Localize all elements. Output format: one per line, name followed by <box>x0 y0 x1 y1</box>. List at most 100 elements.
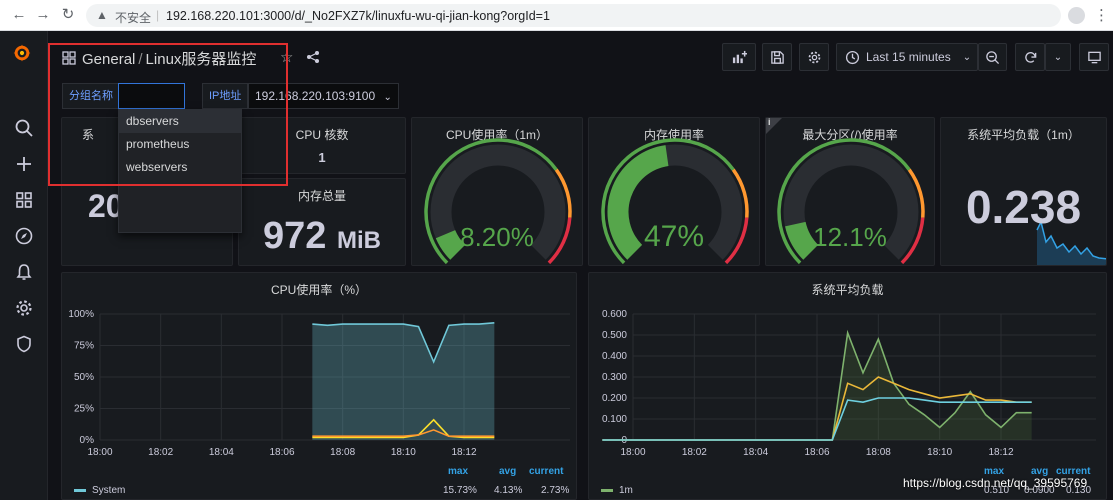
forward-icon[interactable]: → <box>34 6 52 24</box>
system-load-chart: 00.1000.2000.3000.4000.5000.60018:00 18:0… <box>602 309 1096 458</box>
var-group-label: 分组名称 <box>62 83 120 109</box>
refresh-interval-dropdown[interactable]: ⌄ <box>1045 43 1071 71</box>
x-tick-label: 18:08 <box>866 447 891 458</box>
x-tick-label: 18:00 <box>87 447 112 458</box>
time-range-label: Last 15 minutes <box>866 50 951 64</box>
x-tick-label: 18:12 <box>451 447 476 458</box>
watermark-text: https://blog.csdn.net/qq_39595769 <box>903 476 1088 490</box>
y-tick-label: 50% <box>74 372 94 383</box>
profile-avatar[interactable] <box>1068 7 1085 24</box>
load-1m-panel[interactable]: 系统平均负载（1m） 0.238 <box>940 117 1107 266</box>
y-tick-label: 0.500 <box>602 330 627 341</box>
disk-usage-value: 12.1% <box>813 222 887 252</box>
memory-total-panel[interactable]: 内存总量 972 MiB <box>238 178 406 266</box>
x-tick-label: 18:10 <box>927 447 952 458</box>
dashboard-navbar: General / Linux服务器监控 ☆ Last 15 minutes ⌄ ⌄ <box>48 31 1113 83</box>
server-admin-shield-icon[interactable] <box>14 334 34 354</box>
browser-menu-icon[interactable]: ⋮ <box>1094 6 1109 24</box>
x-tick-label: 18:06 <box>269 447 294 458</box>
group-name-dropdown: dbservers prometheus webservers <box>118 109 242 233</box>
legend-current: 2.73% <box>541 485 570 496</box>
grafana-logo-icon[interactable] <box>12 43 36 67</box>
breadcrumb[interactable]: General / Linux服务器监控 <box>82 48 256 69</box>
legend-swatch <box>601 488 613 492</box>
x-tick-label: 18:12 <box>988 447 1013 458</box>
legend-series-name: 1m <box>619 485 633 496</box>
address-bar[interactable]: ▲ 不安全 | 192.168.220.101:3000/d/_No2FXZ7k… <box>86 4 1061 27</box>
chevron-down-icon: ⌄ <box>383 92 392 103</box>
legend-header-avg: avg <box>499 466 517 477</box>
search-icon[interactable] <box>14 118 34 138</box>
y-tick-label: 0.100 <box>602 414 627 425</box>
y-tick-label: 0.600 <box>602 309 627 320</box>
y-tick-label: 0.400 <box>602 351 627 362</box>
system-load-timeseries-panel[interactable]: 系统平均负载 0 0.100 0.200 0.300 0.400 0.500 0.600 18… <box>588 272 1107 500</box>
x-tick-label: 18:06 <box>804 447 829 458</box>
memory-total-value: 972 <box>263 215 327 257</box>
y-tick-label: 0.300 <box>602 372 627 383</box>
legend-series-name: System <box>92 485 126 496</box>
back-icon[interactable]: ← <box>10 6 28 24</box>
ip-address-select[interactable]: 192.168.220.103:9100 ⌄ <box>248 83 399 109</box>
memory-usage-value: 47% <box>643 220 705 253</box>
save-dashboard-button[interactable] <box>762 43 792 71</box>
y-tick-label: 0% <box>80 435 95 446</box>
y-tick-label: 25% <box>74 404 94 415</box>
alerting-bell-icon[interactable] <box>14 262 34 282</box>
dropdown-option-webservers[interactable]: webservers <box>119 156 241 179</box>
chevron-down-icon: ⌄ <box>962 51 972 63</box>
group-name-input[interactable] <box>118 83 185 109</box>
create-plus-icon[interactable] <box>14 154 34 174</box>
memory-total-unit: MiB <box>336 227 381 254</box>
url-text[interactable]: 192.168.220.101:3000/d/_No2FXZ7k/linuxfu… <box>166 9 550 23</box>
load-1m-value: 0.238 <box>965 181 1082 233</box>
x-tick-label: 18:10 <box>391 447 416 458</box>
cpu-cores-value: 1 <box>318 150 326 165</box>
share-icon[interactable] <box>306 50 320 64</box>
cpu-cores-panel[interactable]: CPU 核数 1 <box>238 117 406 174</box>
browser-toolbar: ← → ↻ ▲ 不安全 | 192.168.220.101:3000/d/_No… <box>0 0 1113 31</box>
tv-mode-button[interactable] <box>1079 43 1109 71</box>
y-tick-label: 0.200 <box>602 393 627 404</box>
warning-icon[interactable]: ▲ <box>96 8 108 22</box>
x-tick-label: 18:00 <box>620 447 645 458</box>
add-panel-button[interactable] <box>722 43 756 71</box>
legend-avg: 4.13% <box>494 485 523 496</box>
cpu-usage-value: 8.20% <box>460 222 534 252</box>
security-label: 不安全 <box>115 11 152 25</box>
dashboard-grid-icon <box>62 51 76 65</box>
dropdown-option-dbservers[interactable]: dbservers <box>119 110 241 133</box>
time-range-picker[interactable]: Last 15 minutes ⌄ <box>836 43 978 71</box>
dropdown-option-prometheus[interactable]: prometheus <box>119 133 241 156</box>
legend-row-system[interactable]: System 15.73% 4.13% 2.73% <box>74 485 574 496</box>
breadcrumb-folder[interactable]: General <box>82 51 135 68</box>
legend-max: 15.73% <box>443 485 477 496</box>
panel-title: 内存总量 <box>297 189 346 203</box>
clock-icon <box>845 50 860 64</box>
disk-usage-gauge-panel[interactable]: i 最大分区(/)使用率 12.1% <box>765 117 935 266</box>
explore-compass-icon[interactable] <box>14 226 34 246</box>
memory-usage-gauge-panel[interactable]: 内存使用率 47% <box>588 117 760 266</box>
x-tick-label: 18:04 <box>209 447 234 458</box>
url-separator: | <box>156 8 160 22</box>
y-tick-label: 75% <box>74 341 94 352</box>
x-tick-label: 18:04 <box>743 447 768 458</box>
sidebar <box>0 31 48 500</box>
dashboard-title[interactable]: Linux服务器监控 <box>146 51 257 68</box>
legend-header-max: max <box>448 466 469 477</box>
panel-title: CPU 核数 <box>295 128 349 142</box>
legend-swatch <box>74 488 86 492</box>
var-ip-label: IP地址 <box>202 83 249 109</box>
chevron-down-icon: ⌄ <box>1053 51 1063 63</box>
dashboard-settings-button[interactable] <box>799 43 829 71</box>
series-area <box>312 322 495 440</box>
zoom-out-button[interactable] <box>978 43 1007 71</box>
reload-icon[interactable]: ↻ <box>59 6 77 24</box>
cpu-usage-timeseries-panel[interactable]: CPU使用率（%） 0% 25% 50% 75% 100% 18:00 18:02 18:04… <box>61 272 577 500</box>
dashboards-icon[interactable] <box>14 190 34 210</box>
configuration-gear-icon[interactable] <box>14 298 34 318</box>
x-tick-label: 18:02 <box>148 447 173 458</box>
cpu-usage-gauge-panel[interactable]: CPU使用率（1m） 8.20% <box>411 117 583 266</box>
favorite-star-icon[interactable]: ☆ <box>280 48 293 66</box>
refresh-button[interactable] <box>1015 43 1045 71</box>
